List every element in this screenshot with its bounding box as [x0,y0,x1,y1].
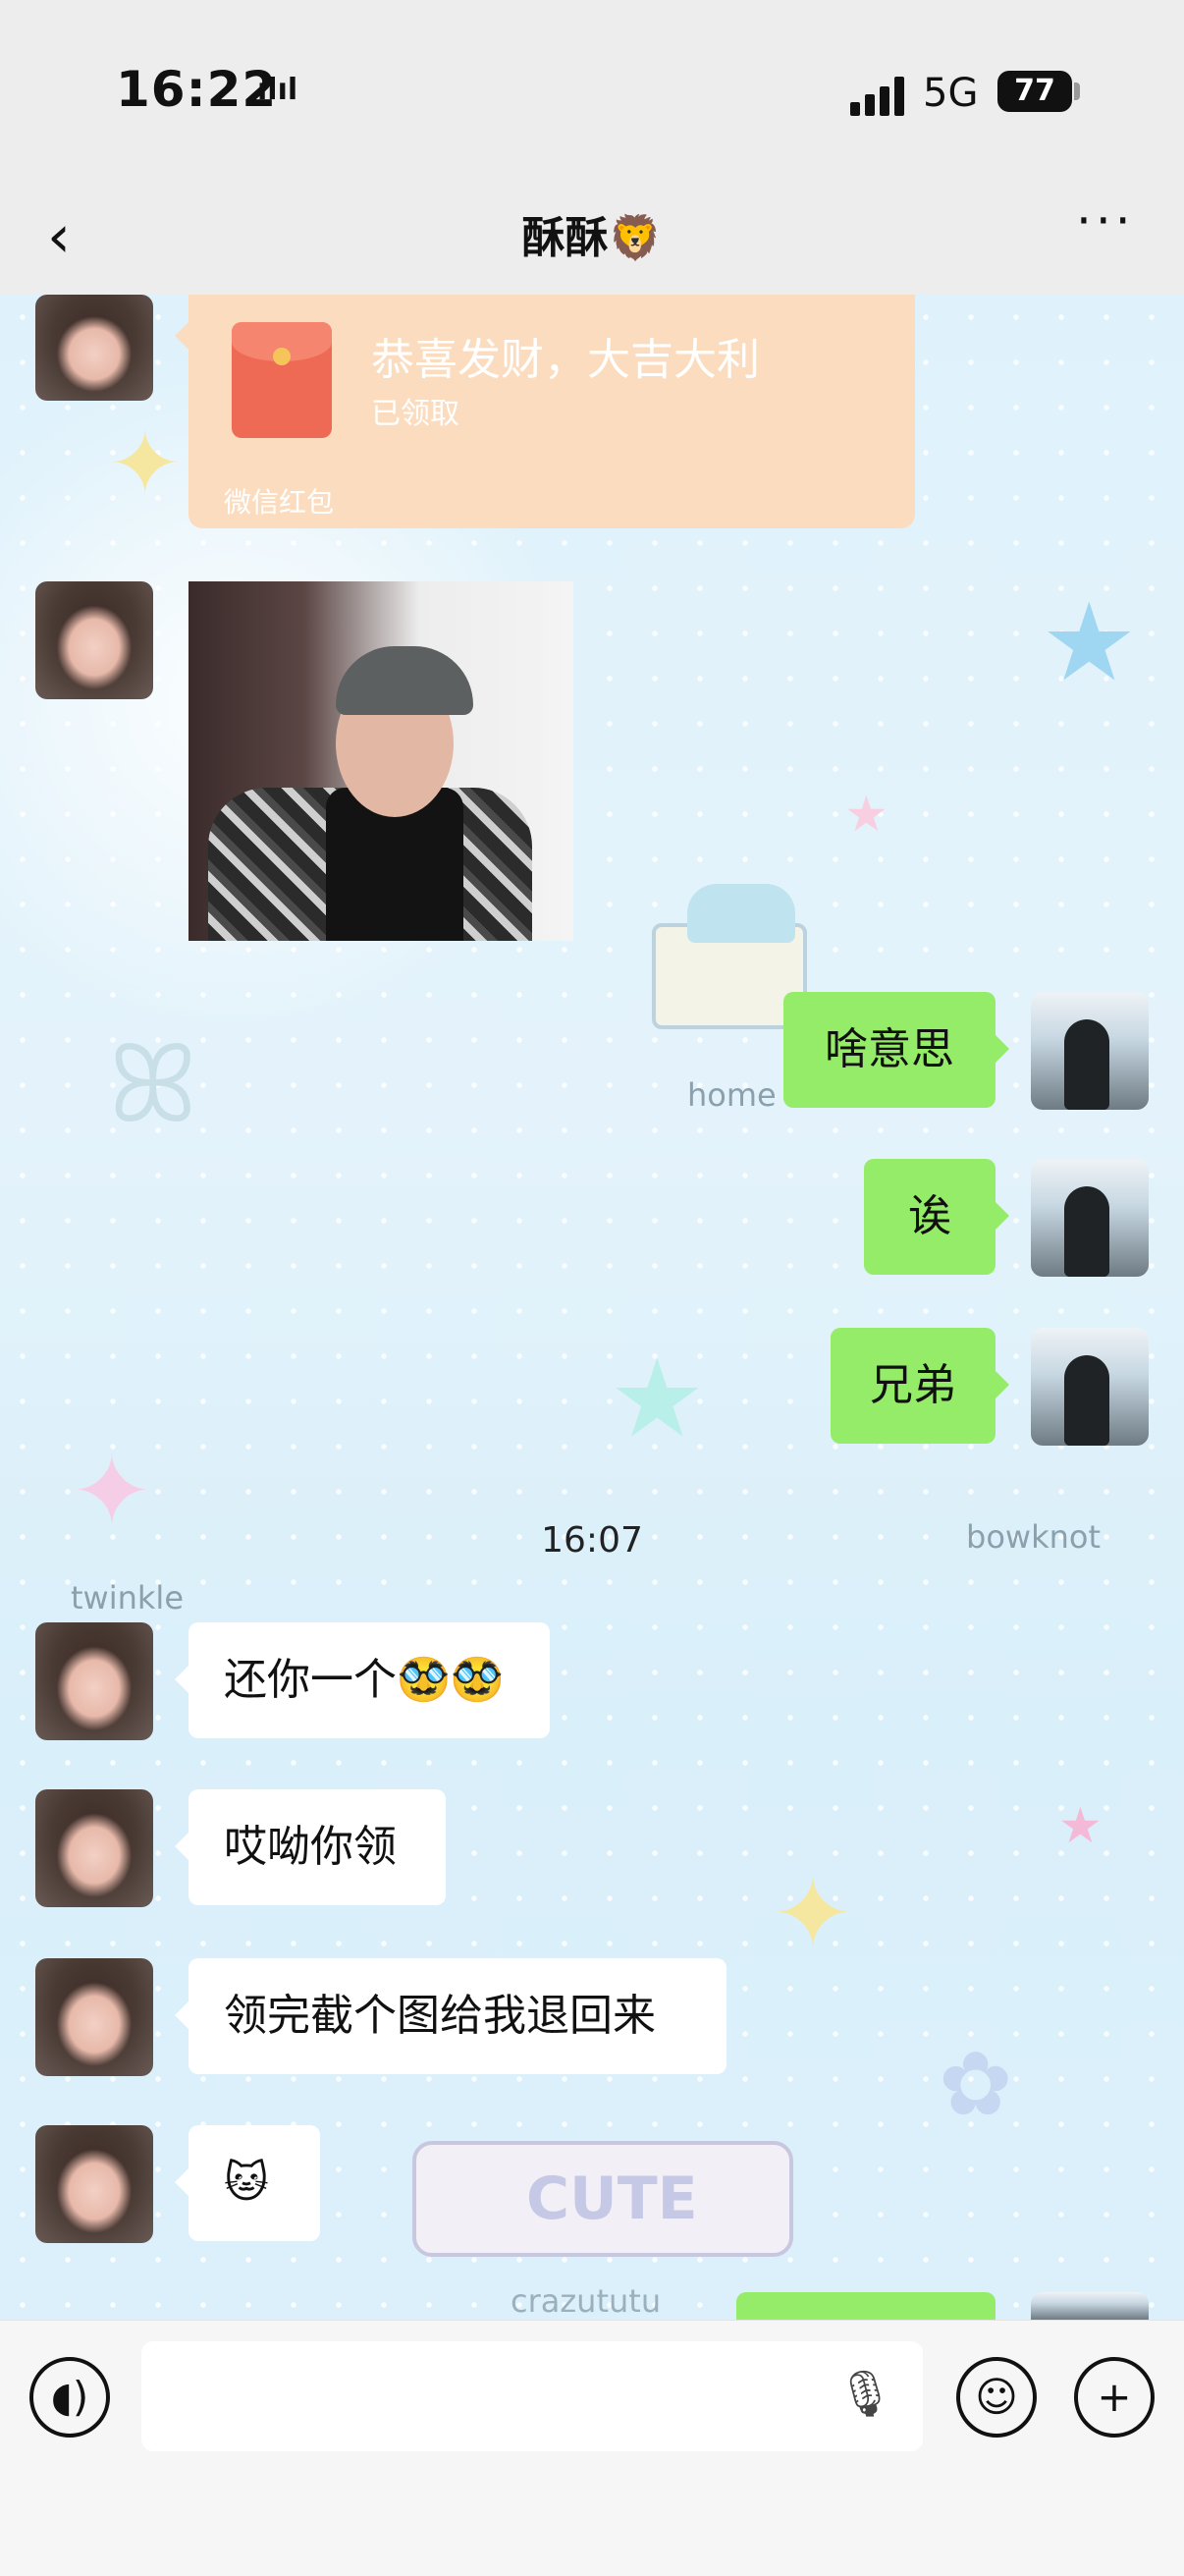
incoming-message[interactable]: 领完截个图给我退回来 [188,1958,727,2074]
message-input[interactable] [141,2341,923,2451]
microphone-icon[interactable]: 🎙 [836,2367,893,2421]
contact-avatar[interactable] [35,1622,153,1740]
wallpaper-label-twinkle: twinkle [71,1579,184,1617]
network-label: 5G [923,71,979,116]
battery-icon: 77 [997,71,1072,112]
photo-message[interactable] [188,581,573,941]
more-dots-icon[interactable]: ··· [1076,192,1135,249]
red-envelope-icon [232,322,332,438]
contact-avatar[interactable] [35,581,153,699]
wallpaper-house-roof [687,884,795,943]
plus-icon[interactable]: + [1074,2357,1155,2438]
my-avatar[interactable] [1031,1328,1149,1446]
chat-title: 酥酥🦁 [521,213,663,263]
bubble-tail [996,1202,1009,1230]
wallpaper-star-pink-2: ★ [1058,1797,1103,1854]
incoming-message[interactable]: 还你一个🥸🥸 [188,1622,550,1738]
incoming-message[interactable]: 哎呦你领 [188,1789,446,1905]
bubble-tail [175,2001,188,2029]
wallpaper-label-home: home [687,1076,777,1114]
bubble-tail [175,2168,188,2196]
my-avatar[interactable] [1031,992,1149,1110]
wallpaper-star-blue: ★ [1041,579,1138,705]
wallpaper-label-crazututu: crazututu [511,2282,662,2320]
red-packet-title: 恭喜发财，大吉大利 [371,335,760,385]
red-packet-card[interactable]: 恭喜发财，大吉大利 已领取 微信红包 [188,295,915,528]
outgoing-message[interactable]: 啥意思 [783,992,996,1108]
contact-avatar[interactable] [35,2125,153,2243]
wallpaper-butterfly: ✿ [939,2033,1013,2136]
contact-avatar[interactable] [35,295,153,401]
bubble-tail [175,1833,188,1860]
message-timestamp: 16:07 [541,1520,643,1561]
outgoing-message-partial[interactable] [736,2292,996,2320]
bubble-tail [175,322,188,350]
red-packet-source: 微信红包 [224,486,335,519]
bubble-tail [996,1371,1009,1398]
outgoing-message[interactable]: 兄弟 [831,1328,996,1444]
my-avatar[interactable] [1031,1159,1149,1277]
battery-tip [1074,82,1080,100]
bubble-tail [996,1035,1009,1063]
voice-mode-icon[interactable]: ◖) [29,2357,110,2438]
contact-avatar[interactable] [35,1789,153,1907]
wallpaper-bow: ꕤ [108,1021,198,1147]
app-notification-icon: ılıl [257,73,298,107]
wallpaper-label-cute: CUTE [526,2165,698,2233]
outgoing-message[interactable]: 诶 [864,1159,996,1275]
signal-icon [850,77,905,116]
incoming-message[interactable]: 🐱 [188,2125,320,2241]
wallpaper-sparkle-yellow: ✦ [772,1856,854,1971]
emoji-icon[interactable]: ☺ [956,2357,1037,2438]
wallpaper-star-yellow: ✦ [108,412,183,516]
contact-avatar[interactable] [35,1958,153,2076]
status-time: 16:22 [116,61,278,118]
red-packet-status: 已领取 [371,397,459,431]
my-avatar[interactable] [1031,2292,1149,2320]
wallpaper-star-teal: ★ [609,1336,706,1461]
bubble-tail [175,1666,188,1693]
wallpaper-star-pink: ★ [844,786,888,843]
